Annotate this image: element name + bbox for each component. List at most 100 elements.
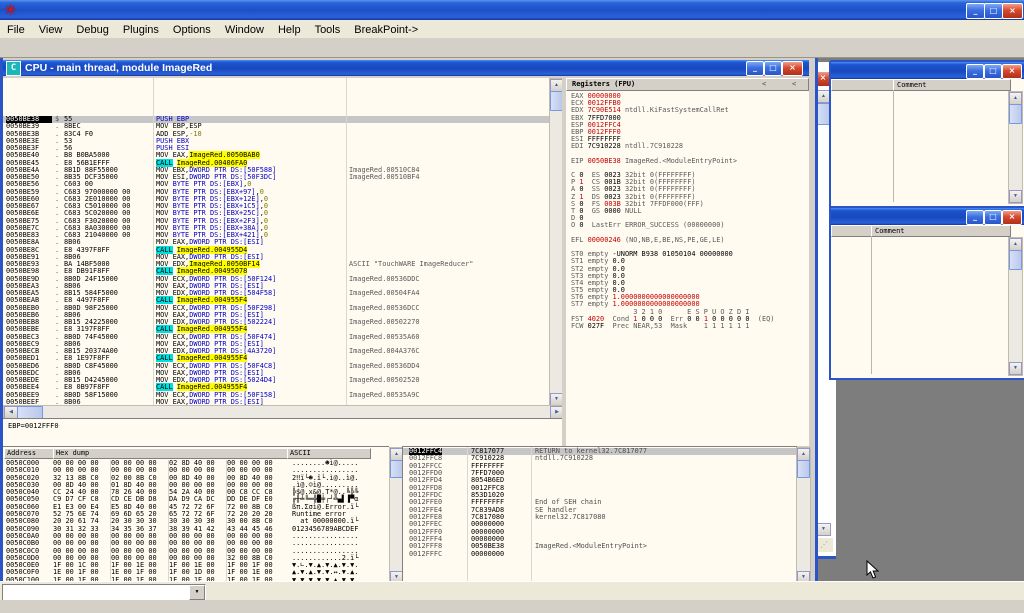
instr-part: 0	[264, 231, 268, 239]
stack-comment: ntdll.7C910228	[535, 455, 593, 462]
close-icon[interactable]: ×	[782, 61, 803, 76]
disasm-row[interactable]: 0050BEB0.8B0D 98F25000MOV ECX,DWORD PTR …	[3, 305, 549, 312]
window-a-scrollbar[interactable]: ▲ ▼	[1008, 91, 1023, 204]
stack-comment: kernel32.7C817080	[535, 514, 606, 521]
stack-row[interactable]: 0012FFCCFFFFFFFF	[403, 463, 797, 470]
stack-address: 0012FFFC	[409, 551, 442, 558]
close-icon[interactable]: ×	[1002, 210, 1022, 225]
register-line[interactable]: EIP 0050BE38 ImageRed.<ModuleEntryPoint>	[566, 158, 809, 165]
instr-part: DWORD PTR DS:[ESI]	[189, 398, 264, 405]
register-part: ntdll.KiFastSystemCallRet	[621, 106, 729, 114]
stack-pane[interactable]: 0012FFC47C817077RETURN to kernel32.7C817…	[402, 446, 797, 584]
combobox-dropdown-icon[interactable]: ▼	[189, 585, 205, 600]
disasm-row[interactable]: 0050BE38$55PUSH EBP	[3, 116, 549, 123]
column-header-blank[interactable]	[831, 225, 875, 237]
column-divider	[226, 460, 227, 584]
registers-pane[interactable]: Registers (FPU) < < EAX 00000000ECX 0012…	[566, 78, 809, 446]
window-b-scrollbar[interactable]: ▲ ▼	[1008, 237, 1023, 376]
maximize-icon[interactable]: □	[984, 64, 1002, 79]
disasm-row[interactable]: 0050BEC3.8B0D 74F45000MOV ECX,DWORD PTR …	[3, 334, 549, 341]
column-divider	[110, 460, 111, 584]
stack-row[interactable]: 0012FFFC00000000	[403, 551, 797, 558]
disasm-row[interactable]: 0050BE83.C683 21040000 00MOV BYTE PTR DS…	[3, 232, 549, 239]
window-b-title-bar[interactable]: _ □ ×	[831, 208, 1024, 225]
stack-row[interactable]: 0012FFE0FFFFFFFFEnd of SEH chain	[403, 499, 797, 506]
register-part: 0050BE38	[588, 157, 621, 165]
cpu-window-title: CPU - main thread, module ImageRed	[25, 62, 212, 74]
maximize-icon[interactable]: □	[984, 210, 1002, 225]
column-divider	[467, 447, 468, 584]
stack-row[interactable]: 0012FFD07FFD7000	[403, 470, 797, 477]
toolbar: Paused ◀✖▶‖↓↧⇊⇣↦→ LnEMeThWiHaCpPaStBrReT…	[0, 38, 1024, 58]
stack-row[interactable]: 0012FFD48054B6ED	[403, 477, 797, 484]
stack-row[interactable]: 0012FFF80050BE38ImageRed.<ModuleEntryPoi…	[403, 543, 797, 550]
minimize-icon[interactable]: _	[966, 210, 984, 225]
register-part: Prec NEAR,53 Mask 1 1 1 1 1 1	[604, 322, 749, 330]
dump-header-hex[interactable]: Hex dump	[53, 448, 289, 459]
command-bar: ▼	[0, 581, 1024, 601]
minimize-icon[interactable]: _	[746, 61, 764, 76]
cpu-window-icon: C	[6, 61, 21, 76]
dump-pane[interactable]: Address Hex dump ASCII 0050C00000 00 00 …	[3, 446, 389, 584]
registers-header-arrow[interactable]: <	[792, 80, 796, 88]
register-line[interactable]: T 0 GS 0000 NULL	[566, 208, 809, 215]
menu-bar: FileViewDebugPluginsOptionsWindowHelpToo…	[0, 20, 1024, 39]
app-title-bar[interactable]: ✳ _ □ ×	[0, 0, 1024, 20]
mouse-cursor	[866, 560, 879, 580]
side-window-b: _ □ × Comment ▲ ▼	[829, 206, 1024, 380]
restore-icon[interactable]: □	[764, 61, 782, 76]
minimize-icon[interactable]: _	[966, 3, 985, 19]
stack-row[interactable]: 0012FFF000000000	[403, 529, 797, 536]
window-a-title-bar[interactable]: _ □ ×	[831, 62, 1024, 79]
command-input[interactable]	[2, 584, 206, 601]
register-part: 0000	[604, 207, 621, 215]
dump-header-ascii[interactable]: ASCII	[287, 448, 371, 459]
command-input-value	[3, 591, 5, 600]
disasm-row[interactable]: 0050BEE9.8B0D 58F15000MOV ECX,DWORD PTR …	[3, 392, 549, 399]
column-divider	[893, 91, 894, 202]
column-divider	[153, 78, 154, 405]
register-part: NULL	[621, 207, 642, 215]
register-line[interactable]: O 0 LastErr ERROR_SUCCESS (00000000)	[566, 222, 809, 229]
app-icon: ✳	[4, 1, 17, 19]
info-pane[interactable]: EBP=0012FFF0	[3, 418, 562, 447]
scroll-down-icon[interactable]: ▼	[816, 523, 831, 536]
stack-row[interactable]: 0012FFC47C817077RETURN to kernel32.7C817…	[403, 448, 797, 455]
disasm-row[interactable]: 0050BE8C.E8 4397F8FFCALL ImageRed.004955…	[3, 247, 549, 254]
stack-row[interactable]: 0012FFEC00000000	[403, 521, 797, 528]
register-part: ImageRed.<ModuleEntryPoint>	[621, 157, 737, 165]
maximize-icon[interactable]: □	[984, 3, 1003, 19]
disasm-row[interactable]: 0050BED6.8B0D C8F45000MOV ECX,DWORD PTR …	[3, 363, 549, 370]
close-icon[interactable]: ×	[1002, 64, 1022, 79]
register-line[interactable]: FCW 027F Prec NEAR,53 Mask 1 1 1 1 1 1	[566, 323, 809, 330]
column-header-blank[interactable]	[831, 79, 897, 91]
cpu-window: C CPU - main thread, module ImageRed _ □…	[0, 58, 818, 589]
register-part: (EQ)	[750, 315, 775, 323]
stack-row[interactable]: 0012FFD80012FFC8	[403, 485, 797, 492]
ollydbg-main-window: ✳ _ □ × FileViewDebugPluginsOptionsWindo…	[0, 0, 1024, 613]
instr-part: -10	[189, 130, 201, 138]
minimize-icon[interactable]: _	[966, 64, 984, 79]
column-divider	[531, 447, 532, 584]
scrollbar-thumb[interactable]	[797, 460, 810, 478]
stack-row[interactable]: 0012FFE87C817080kernel32.7C817080	[403, 514, 797, 521]
disasm-row[interactable]: 0050BE3E.53PUSH EBX	[3, 138, 549, 145]
stack-row[interactable]: 0012FFC87C910228ntdll.7C910228	[403, 455, 797, 462]
dump-header-address[interactable]: Address	[4, 448, 55, 459]
cpu-title-bar[interactable]: C CPU - main thread, module ImageRed _ □…	[3, 60, 809, 76]
disassembly-pane[interactable]: 0050BE38$55PUSH EBP0050BE39.8BECMOV EBP,…	[3, 78, 549, 405]
column-header-comment[interactable]: Comment	[893, 79, 1011, 91]
disasm-row[interactable]: 0050BE3B.83C4 F0ADD ESP,-10	[3, 131, 549, 138]
close-icon[interactable]: ×	[1002, 3, 1023, 19]
stack-vscrollbar[interactable]: ▲ ▼	[796, 447, 811, 585]
registers-header: Registers (FPU)	[572, 80, 635, 88]
register-line[interactable]: EFL 00000246 (NO,NB,E,BE,NS,PE,GE,LE)	[566, 237, 809, 244]
register-part: 027F	[588, 322, 605, 330]
info-pane-text: EBP=0012FFF0	[8, 422, 59, 430]
disasm-row[interactable]: 0050BE9D.8B0D 24F15000MOV ECX,DWORD PTR …	[3, 276, 549, 283]
register-line[interactable]: EDI 7C910228 ntdll.7C910228	[566, 143, 809, 150]
register-part: LastErr ERROR_SUCCESS (00000000)	[583, 221, 724, 229]
registers-header-arrow[interactable]: <	[762, 80, 766, 88]
column-header-comment[interactable]: Comment	[871, 225, 1011, 237]
register-part: GS	[583, 207, 604, 215]
